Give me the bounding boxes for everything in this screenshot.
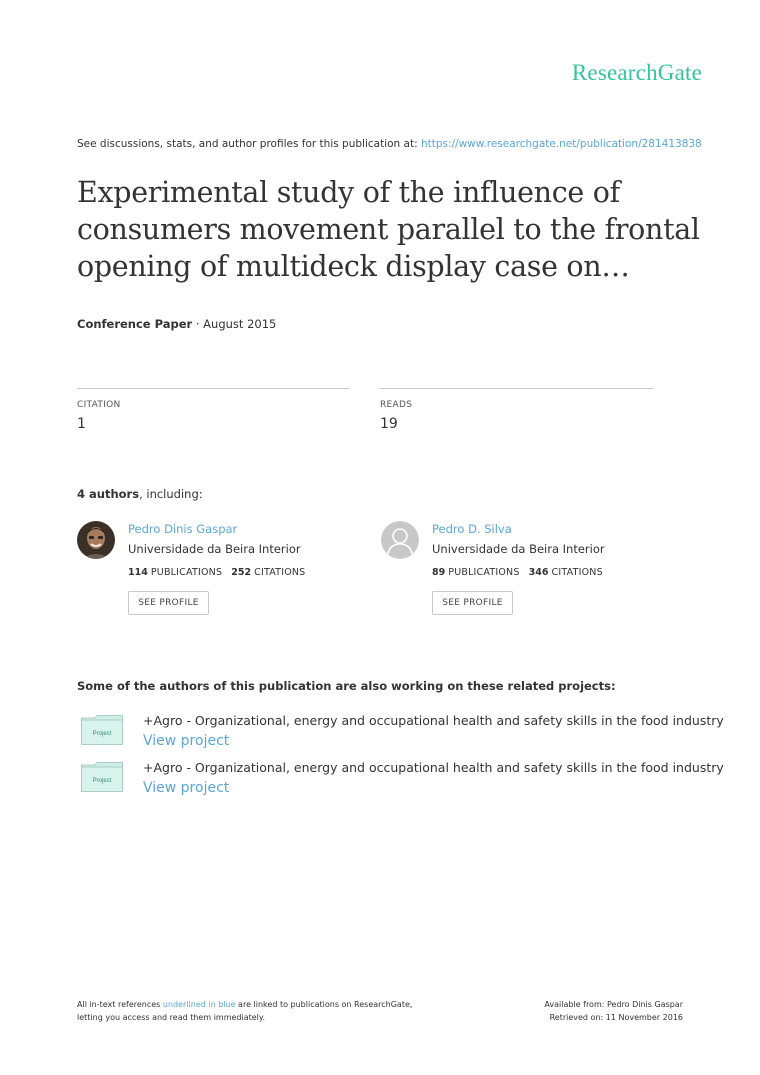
project-folder-icon[interactable]: Project	[81, 715, 123, 745]
meta-separator: ·	[192, 317, 204, 331]
reads-label: READS	[380, 400, 413, 410]
default-avatar-icon[interactable]	[381, 521, 419, 559]
author-stats: 114 PUBLICATIONS 252 CITATIONS	[128, 567, 305, 578]
project-icon-label: Project	[93, 778, 112, 784]
author-name-link[interactable]: Pedro Dinis Gaspar	[128, 522, 237, 536]
authors-count: 4 authors	[77, 487, 140, 501]
publications-label: PUBLICATIONS	[150, 567, 223, 578]
authors-suffix: , including:	[139, 487, 203, 501]
citations-count: 252	[231, 567, 252, 578]
footer-availability: Available from: Pedro Dinis Gaspar Retri…	[544, 998, 683, 1024]
footer-line-1: All in-text references underlined in blu…	[77, 998, 412, 1011]
citations-label: CITATIONS	[551, 567, 603, 578]
publications-count: 114	[128, 567, 148, 578]
citations-label: CITATIONS	[254, 567, 306, 578]
see-profile-button[interactable]: SEE PROFILE	[432, 591, 513, 615]
project-title: +Agro - Organizational, energy and occup…	[143, 713, 724, 728]
publications-count: 89	[432, 567, 446, 578]
discussion-prefix: See discussions, stats, and author profi…	[77, 138, 421, 150]
discussion-line: See discussions, stats, and author profi…	[77, 138, 702, 150]
related-projects-heading: Some of the authors of this publication …	[77, 679, 616, 693]
publication-type: Conference Paper	[77, 317, 193, 331]
citation-label: CITATION	[77, 400, 121, 410]
publication-title: Experimental study of the influence of c…	[77, 176, 700, 283]
footer-prefix: All in-text references	[77, 1000, 163, 1009]
see-profile-button[interactable]: SEE PROFILE	[128, 591, 209, 615]
author-institution: Universidade da Beira Interior	[128, 542, 301, 556]
project-folder-icon[interactable]: Project	[81, 762, 123, 792]
available-from: Available from: Pedro Dinis Gaspar	[544, 1000, 683, 1009]
author-name-link[interactable]: Pedro D. Silva	[432, 522, 512, 536]
footer-suffix: are linked to publications on ResearchGa…	[235, 1000, 413, 1009]
author-stats: 89 PUBLICATIONS 346 CITATIONS	[432, 567, 603, 578]
view-project-link[interactable]: View project	[143, 780, 229, 796]
citations-count: 346	[528, 567, 549, 578]
view-project-link[interactable]: View project	[143, 733, 229, 749]
publication-meta: Conference Paper · August 2015	[77, 317, 276, 331]
citation-divider	[77, 388, 349, 389]
reads-count: 19	[380, 416, 398, 432]
footer-line-2: letting you access and read them immedia…	[77, 1013, 266, 1022]
retrieved-on: Retrieved on: 11 November 2016	[549, 1013, 683, 1022]
researchgate-logo[interactable]: ResearchGate	[572, 60, 702, 86]
footer-note: All in-text references underlined in blu…	[77, 998, 412, 1024]
publication-url-link[interactable]: https://www.researchgate.net/publication…	[421, 138, 702, 150]
publications-label: PUBLICATIONS	[448, 567, 520, 578]
authors-heading: 4 authors, including:	[77, 487, 203, 501]
citation-count: 1	[77, 416, 86, 432]
author-photo[interactable]	[77, 521, 115, 559]
publication-date: August 2015	[203, 317, 277, 331]
underlined-in-blue-text: underlined in blue	[162, 1000, 236, 1009]
reads-divider	[380, 388, 653, 389]
project-icon-label: Project	[93, 731, 112, 737]
project-title: +Agro - Organizational, energy and occup…	[143, 760, 724, 775]
author-institution: Universidade da Beira Interior	[432, 542, 605, 556]
